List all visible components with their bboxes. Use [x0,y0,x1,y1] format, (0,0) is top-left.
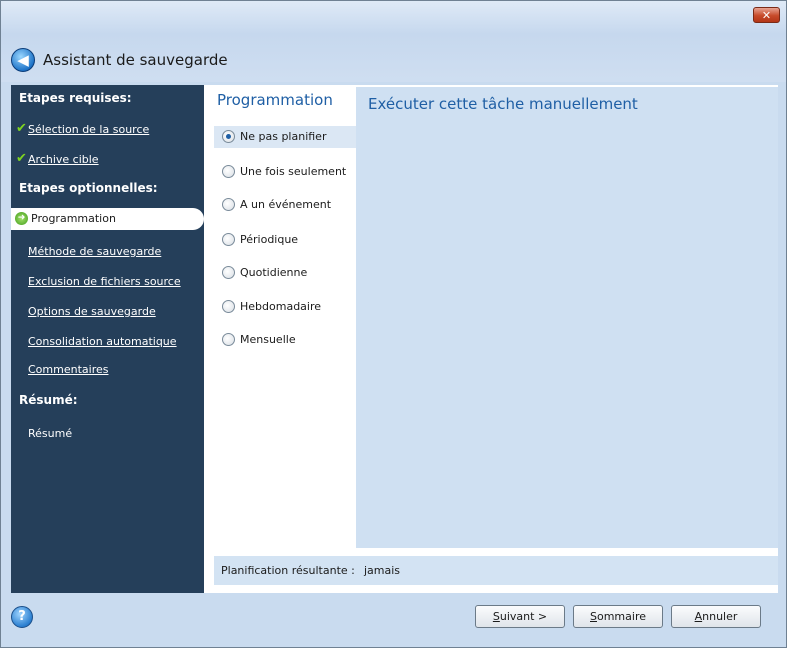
schedule-option-once[interactable]: Une fois seulement [214,161,356,183]
check-icon: ✔ [16,121,27,136]
cancel-button-label: nnuler [702,610,738,623]
resulting-schedule-bar: Planification résultante : jamais [214,556,778,585]
summary-button[interactable]: Sommaire [573,605,663,628]
radio-button[interactable] [222,266,235,279]
back-arrow-icon[interactable]: ◀ [11,48,35,72]
wizard-body: Etapes requises: ✔ Sélection de la sourc… [11,85,778,593]
schedule-option-periodic[interactable]: Périodique [214,229,356,251]
check-icon: ✔ [16,151,27,166]
summary-button-label: ommaire [596,610,646,623]
radio-button[interactable] [222,130,235,143]
help-icon[interactable]: ? [11,606,33,628]
scheduling-panel-title: Programmation [217,91,333,109]
wizard-header: ◀ Assistant de sauvegarde [1,34,786,82]
step-scheduling[interactable]: ➜ Programmation [11,208,204,230]
step-summary[interactable]: Résumé [28,427,72,440]
resulting-schedule-label: Planification résultante : [221,564,355,577]
step-source-selection[interactable]: Sélection de la source [28,123,149,136]
wizard-footer: ? Suivant > Sommaire Annuler [1,595,786,647]
schedule-option-none[interactable]: Ne pas planifier [214,126,356,148]
step-backup-method[interactable]: Méthode de sauvegarde [28,245,161,258]
step-backup-options[interactable]: Options de sauvegarde [28,305,156,318]
schedule-option-weekly[interactable]: Hebdomadaire [214,296,356,318]
summary-button-mnemonic: S [590,610,597,623]
radio-label: Périodique [240,233,299,246]
schedule-option-monthly[interactable]: Mensuelle [214,329,356,351]
step-scheduling-label: Programmation [31,212,116,225]
optional-steps-heading: Etapes optionnelles: [19,181,158,195]
step-exclusions[interactable]: Exclusion de fichiers source [28,275,181,288]
schedule-option-event[interactable]: A un événement [214,194,356,216]
radio-label: Mensuelle [240,333,296,346]
step-target-archive[interactable]: Archive cible [28,153,99,166]
summary-heading: Résumé: [19,393,78,407]
radio-button[interactable] [222,233,235,246]
radio-button[interactable] [222,165,235,178]
wizard-window: ✕ ◀ Assistant de sauvegarde Etapes requi… [0,0,787,648]
next-button[interactable]: Suivant > [475,605,565,628]
radio-button[interactable] [222,198,235,211]
steps-sidebar: Etapes requises: ✔ Sélection de la sourc… [11,85,204,593]
next-button-label: uivant > [499,610,548,623]
radio-label: Hebdomadaire [240,300,322,313]
current-step-arrow-icon: ➜ [15,212,28,225]
required-steps-heading: Etapes requises: [19,91,132,105]
step-comments[interactable]: Commentaires [28,363,108,376]
schedule-option-daily[interactable]: Quotidienne [214,262,356,284]
option-details-panel: Exécuter cette tâche manuellement [356,87,778,548]
radio-label: Une fois seulement [240,165,347,178]
step-auto-consolidation[interactable]: Consolidation automatique [28,335,177,348]
resulting-schedule-value: jamais [364,564,401,577]
cancel-button[interactable]: Annuler [671,605,761,628]
close-button[interactable]: ✕ [753,7,780,23]
radio-button[interactable] [222,333,235,346]
next-button-mnemonic: S [492,610,500,623]
option-description: Exécuter cette tâche manuellement [368,95,638,113]
cancel-button-mnemonic: A [694,610,703,623]
radio-label: Ne pas planifier [240,130,327,143]
radio-label: A un événement [240,198,332,211]
radio-label: Quotidienne [240,266,308,279]
title-bar: ✕ [1,1,786,34]
wizard-title: Assistant de sauvegarde [43,51,228,69]
radio-button[interactable] [222,300,235,313]
